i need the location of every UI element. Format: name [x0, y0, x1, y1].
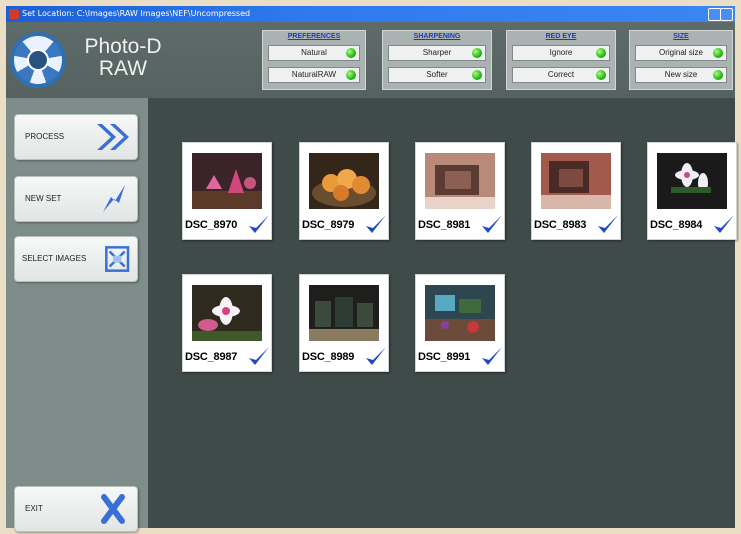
fast-forward-icon — [97, 124, 129, 150]
client-area: Photo-D RAW PREFERENCES Natural NaturalR… — [6, 22, 737, 532]
aperture-logo-icon — [10, 32, 66, 88]
image-grid-icon — [105, 246, 130, 272]
app-window: Set Location: C:\Images\RAW Images\NEF\U… — [0, 0, 741, 534]
option-label: New size — [664, 70, 698, 79]
photo-icon — [425, 153, 495, 209]
checkmark-icon[interactable] — [364, 345, 388, 369]
group-title: PREFERENCES — [287, 33, 341, 40]
exit-button[interactable]: EXIT — [14, 486, 138, 532]
group-title: RED EYE — [545, 33, 577, 40]
option-label: Ignore — [549, 48, 573, 57]
photo-icon — [192, 285, 262, 341]
image-thumbnail[interactable]: DSC_8983 — [531, 142, 621, 240]
option-label: Natural — [301, 48, 327, 57]
image-filename: DSC_8987 — [185, 351, 238, 363]
app-icon — [9, 9, 19, 19]
image-thumbnail[interactable]: DSC_8981 — [415, 142, 505, 240]
option-naturalraw[interactable]: NaturalRAW — [268, 67, 360, 83]
window-title: Set Location: C:\Images\RAW Images\NEF\U… — [22, 9, 251, 18]
checkmark-icon[interactable] — [480, 345, 504, 369]
sidebar: PROCESS NEW SET SELECT IMAGES EXIT — [6, 98, 148, 532]
brand-line2: RAW — [98, 57, 148, 80]
image-thumbnail[interactable]: DSC_8970 — [182, 142, 272, 240]
close-x-icon — [101, 494, 125, 524]
checkmark-icon[interactable] — [480, 213, 504, 237]
photo-icon — [541, 153, 611, 209]
image-thumbnail[interactable]: DSC_8987 — [182, 274, 272, 372]
photo-icon — [657, 153, 727, 209]
image-filename: DSC_8984 — [650, 219, 703, 231]
process-button[interactable]: PROCESS — [14, 114, 138, 160]
status-led-icon — [713, 70, 723, 80]
group-title: SIZE — [673, 33, 689, 40]
option-label: NaturalRAW — [291, 70, 337, 79]
option-new-size[interactable]: New size — [635, 67, 727, 83]
status-led-icon — [346, 48, 356, 58]
status-led-icon — [472, 48, 482, 58]
brand-line1: Photo-D — [84, 35, 162, 58]
photo-icon — [192, 153, 262, 209]
checkmark-icon[interactable] — [364, 213, 388, 237]
image-thumbnail[interactable]: DSC_8991 — [415, 274, 505, 372]
option-label: Correct — [547, 70, 575, 79]
image-thumbnail[interactable]: DSC_8979 — [299, 142, 389, 240]
title-bar[interactable]: Set Location: C:\Images\RAW Images\NEF\U… — [6, 6, 735, 22]
option-sharper[interactable]: Sharper — [388, 45, 486, 61]
select-images-button[interactable]: SELECT IMAGES — [14, 236, 138, 282]
checkmark-icon[interactable] — [596, 213, 620, 237]
option-label: Sharper — [422, 48, 452, 57]
checkmark-icon[interactable] — [247, 213, 271, 237]
app-brand: Photo-D RAW — [78, 36, 168, 80]
red-eye-group: RED EYE Ignore Correct — [506, 30, 616, 90]
image-filename: DSC_8981 — [418, 219, 471, 231]
preferences-group: PREFERENCES Natural NaturalRAW — [262, 30, 366, 90]
image-thumbnail[interactable]: DSC_8984 — [647, 142, 737, 240]
photo-icon — [425, 285, 495, 341]
status-led-icon — [713, 48, 723, 58]
image-filename: DSC_8991 — [418, 351, 471, 363]
group-title: SHARPENING — [413, 33, 461, 40]
button-label: EXIT — [25, 504, 43, 513]
checkmark-icon[interactable] — [247, 345, 271, 369]
option-ignore[interactable]: Ignore — [512, 45, 610, 61]
option-label: Original size — [658, 48, 703, 57]
status-led-icon — [596, 48, 606, 58]
image-grid: DSC_8970 DSC_8979 DSC_8981 DSC_8983 DSC_ — [148, 98, 737, 528]
sharpening-group: SHARPENING Sharper Softer — [382, 30, 492, 90]
option-natural[interactable]: Natural — [268, 45, 360, 61]
option-label: Softer — [426, 70, 448, 79]
status-led-icon — [346, 70, 356, 80]
checkmark-icon[interactable] — [712, 213, 736, 237]
status-led-icon — [472, 70, 482, 80]
image-filename: DSC_8970 — [185, 219, 238, 231]
close-window-button[interactable] — [720, 8, 733, 21]
photo-icon — [309, 153, 379, 209]
option-softer[interactable]: Softer — [388, 67, 486, 83]
button-label: SELECT IMAGES — [22, 254, 87, 263]
button-label: NEW SET — [25, 194, 62, 203]
lightning-icon — [103, 185, 125, 212]
image-filename: DSC_8989 — [302, 351, 355, 363]
photo-icon — [309, 285, 379, 341]
new-set-button[interactable]: NEW SET — [14, 176, 138, 222]
image-thumbnail[interactable]: DSC_8989 — [299, 274, 389, 372]
image-filename: DSC_8983 — [534, 219, 587, 231]
option-correct[interactable]: Correct — [512, 67, 610, 83]
button-label: PROCESS — [25, 132, 65, 141]
header-bar: Photo-D RAW PREFERENCES Natural NaturalR… — [6, 22, 735, 98]
status-led-icon — [596, 70, 606, 80]
option-original-size[interactable]: Original size — [635, 45, 727, 61]
image-filename: DSC_8979 — [302, 219, 355, 231]
size-group: SIZE Original size New size — [629, 30, 733, 90]
